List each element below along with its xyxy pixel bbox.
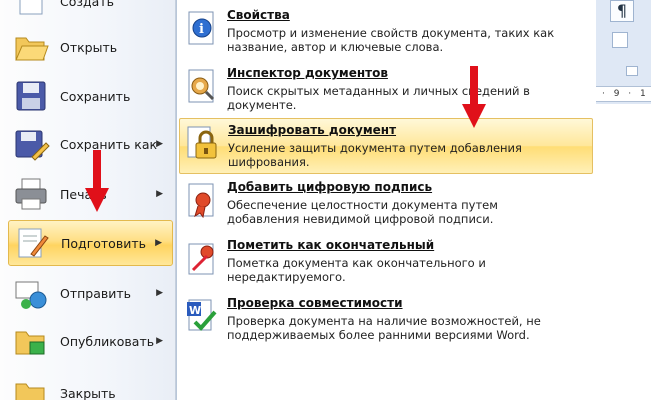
submenu-item-mark-final[interactable]: Пометить как окончательный Пометка докум… xyxy=(179,234,593,290)
menu-item-label: Создать xyxy=(60,0,114,9)
submenu-item-document-inspector[interactable]: Инспектор документов Поиск скрытых метад… xyxy=(179,62,593,118)
submenu-item-title: Проверка совместимости xyxy=(227,296,403,310)
submenu-item-description: Усиление защиты документа путем добавлен… xyxy=(228,141,522,169)
menu-item-save[interactable]: Сохранить xyxy=(8,73,173,119)
submenu-item-title: Пометить как окончательный xyxy=(227,238,435,252)
submenu-item-title: Инспектор документов xyxy=(227,66,388,80)
submenu-item-description: Обеспечение целостности документа путем … xyxy=(227,198,498,226)
prepare-icon xyxy=(13,224,51,262)
svg-text:W: W xyxy=(189,304,201,317)
dropdown-button[interactable] xyxy=(612,32,628,48)
menu-item-label: Подготовить xyxy=(61,235,146,251)
submenu-item-encrypt-document[interactable]: Зашифровать документ Усиление защиты док… xyxy=(179,118,593,174)
document-page xyxy=(596,104,651,400)
publish-icon xyxy=(12,322,50,360)
submenu-arrow-icon: ▶ xyxy=(155,238,162,248)
dialog-launcher-icon[interactable] xyxy=(626,66,638,76)
properties-icon: i xyxy=(185,10,219,46)
menu-item-close[interactable]: Закрыть xyxy=(8,370,173,400)
document-inspector-icon xyxy=(185,68,219,104)
digital-signature-icon xyxy=(185,182,219,219)
show-formatting-button[interactable]: ¶ xyxy=(610,0,634,22)
submenu-arrow-icon: ▶ xyxy=(156,189,163,199)
printer-icon xyxy=(12,175,50,213)
submenu-arrow-icon: ▶ xyxy=(156,139,163,149)
new-document-icon xyxy=(12,0,50,20)
document-background: ¶ · 9 · 1 xyxy=(596,0,651,400)
submenu-item-title: Добавить цифровую подпись xyxy=(227,180,433,194)
save-disk-icon xyxy=(12,77,50,115)
submenu-arrow-icon: ▶ xyxy=(156,336,163,346)
submenu-item-description: Проверка документа на наличие возможност… xyxy=(227,314,541,342)
mark-final-icon xyxy=(185,240,219,276)
encrypt-lock-icon xyxy=(186,125,220,161)
submenu-item-description: Поиск скрытых метаданных и личных сведен… xyxy=(227,84,530,112)
submenu-item-properties[interactable]: i Свойства Просмотр и изменение свойств … xyxy=(179,4,593,60)
submenu-item-digital-signature[interactable]: Добавить цифровую подпись Обеспечение це… xyxy=(179,176,593,232)
send-icon xyxy=(12,274,50,312)
submenu-item-title: Зашифровать документ xyxy=(228,123,397,137)
submenu-item-description: Просмотр и изменение свойств документа, … xyxy=(227,26,555,54)
ruler: · 9 · 1 xyxy=(596,86,651,102)
menu-item-send[interactable]: Отправить ▶ xyxy=(8,270,173,316)
save-as-icon xyxy=(12,125,50,163)
menu-item-label: Открыть xyxy=(60,39,118,55)
menu-item-publish[interactable]: Опубликовать ▶ xyxy=(8,318,173,364)
close-folder-icon xyxy=(12,374,50,400)
submenu-arrow-icon: ▶ xyxy=(156,288,163,298)
submenu-item-description: Пометка документа как окончательного и н… xyxy=(227,256,486,284)
menu-item-label: Опубликовать xyxy=(60,333,155,349)
menu-item-label: Закрыть xyxy=(60,385,116,400)
menu-item-prepare[interactable]: Подготовить ▶ xyxy=(8,220,173,266)
menu-item-new[interactable]: Создать xyxy=(8,0,173,24)
submenu-item-compatibility-check[interactable]: W Проверка совместимости Проверка докуме… xyxy=(179,292,593,348)
red-arrow-annotation-right xyxy=(462,66,486,128)
open-folder-icon xyxy=(12,28,50,66)
compatibility-check-icon: W xyxy=(185,298,219,334)
menu-item-open[interactable]: Открыть xyxy=(8,24,173,70)
submenu-item-title: Свойства xyxy=(227,8,290,22)
menu-item-label: Сохранить xyxy=(60,88,131,104)
prepare-submenu-panel: i Свойства Просмотр и изменение свойств … xyxy=(176,0,596,400)
svg-text:i: i xyxy=(199,22,204,37)
menu-item-label: Отправить xyxy=(60,285,132,301)
red-arrow-annotation-left xyxy=(85,150,109,212)
